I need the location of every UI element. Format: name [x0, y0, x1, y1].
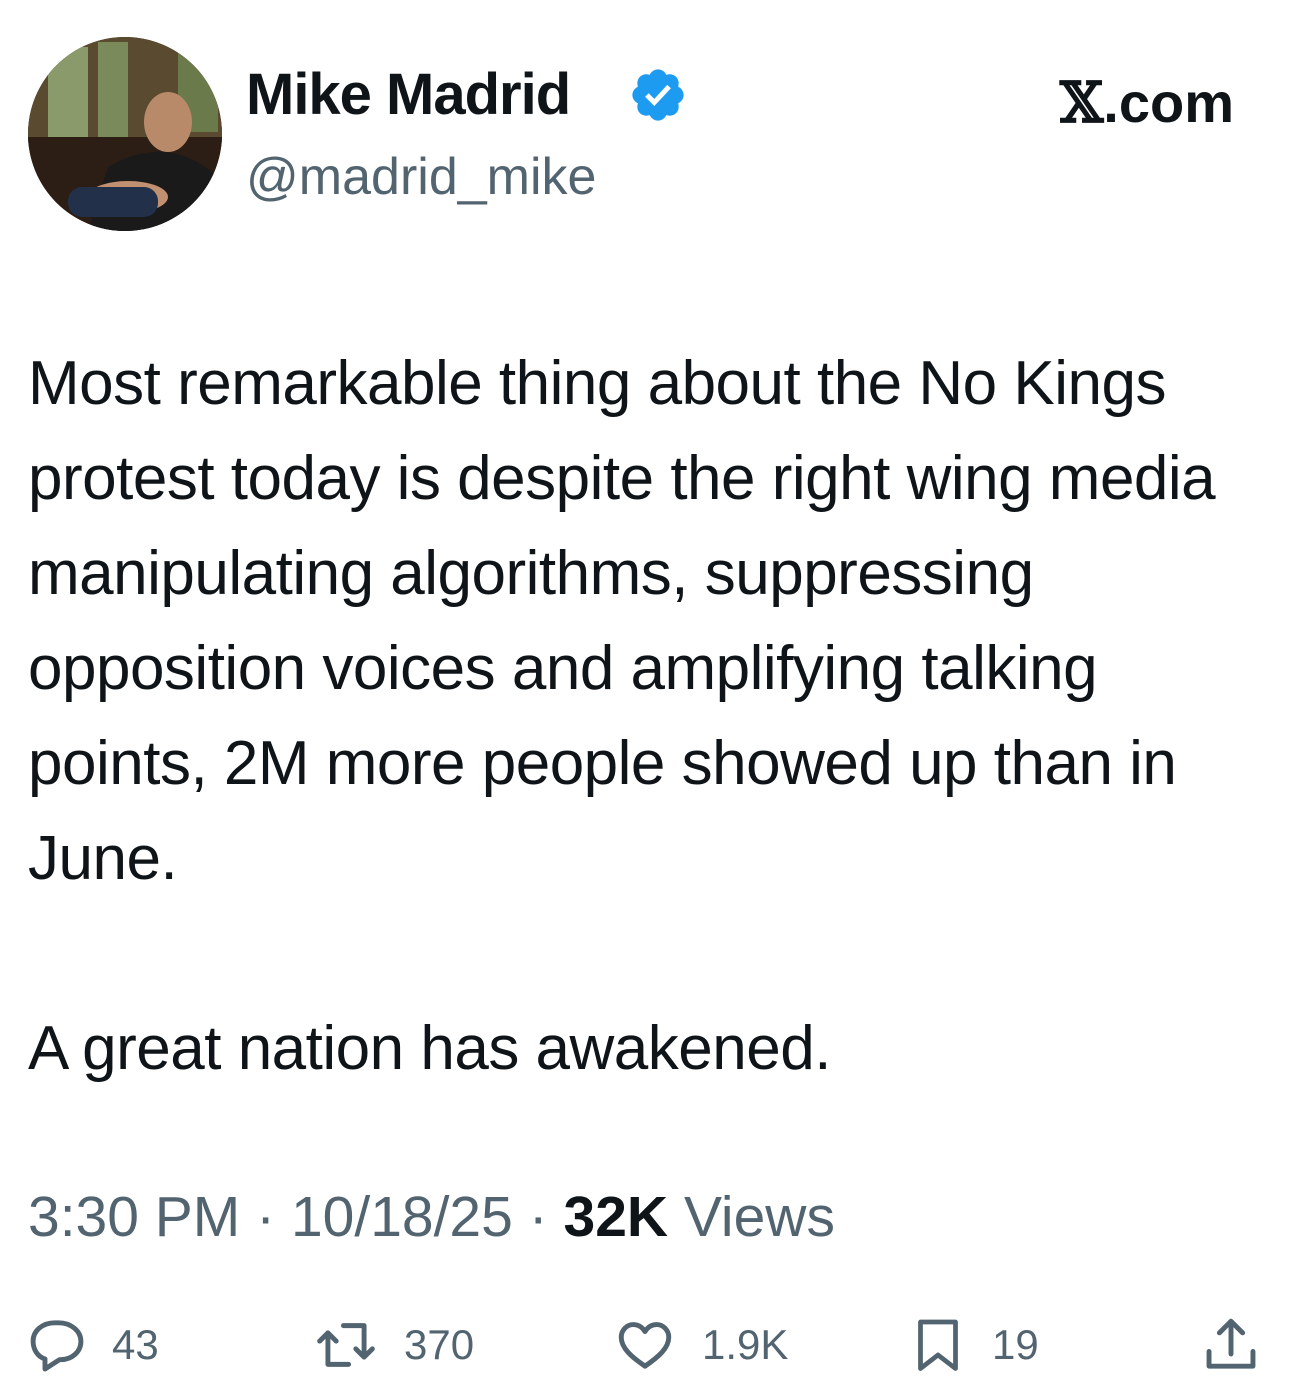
x-logo-icon: 𝕏.com: [1060, 68, 1234, 138]
avatar[interactable]: [28, 37, 222, 231]
bookmark-icon: [918, 1319, 958, 1371]
tweet-time[interactable]: 3:30 PM: [28, 1185, 240, 1249]
user-handle[interactable]: @madrid_mike: [246, 144, 596, 210]
reply-count: 43: [112, 1321, 159, 1368]
tweet-meta: 3:30 PM · 10/18/25 · 32K Views: [28, 1180, 835, 1254]
share-button[interactable]: [1200, 1305, 1262, 1385]
repost-icon: [317, 1323, 375, 1367]
like-button[interactable]: 1.9K: [612, 1305, 788, 1385]
views-label: Views: [683, 1185, 835, 1249]
avatar-photo: [28, 37, 222, 231]
bookmark-button[interactable]: 19: [908, 1305, 1039, 1385]
tweet-date[interactable]: 10/18/25: [291, 1185, 513, 1249]
verified-badge-icon: [632, 69, 684, 121]
like-count: 1.9K: [702, 1321, 789, 1368]
display-name[interactable]: Mike Madrid: [246, 60, 571, 130]
action-bar: 43 370 1.9K 19: [0, 1305, 1290, 1385]
bookmark-count: 19: [992, 1321, 1039, 1368]
views-count: 32K: [563, 1185, 669, 1249]
x-glyph: 𝕏: [1059, 70, 1104, 136]
repost-button[interactable]: 370: [312, 1305, 474, 1385]
reply-icon: [30, 1320, 84, 1372]
repost-count: 370: [404, 1321, 475, 1368]
tweet-paragraph: A great nation has awakened.: [28, 1014, 831, 1083]
heart-icon: [618, 1322, 672, 1369]
tweet-text: Most remarkable thing about the No Kings…: [28, 336, 1258, 1096]
source-domain: .com: [1103, 71, 1234, 134]
meta-separator: ·: [528, 1185, 548, 1249]
meta-separator: ·: [256, 1185, 276, 1249]
share-icon: [1206, 1318, 1256, 1369]
reply-button[interactable]: 43: [26, 1305, 159, 1385]
tweet-paragraph: Most remarkable thing about the No Kings…: [28, 349, 1216, 893]
